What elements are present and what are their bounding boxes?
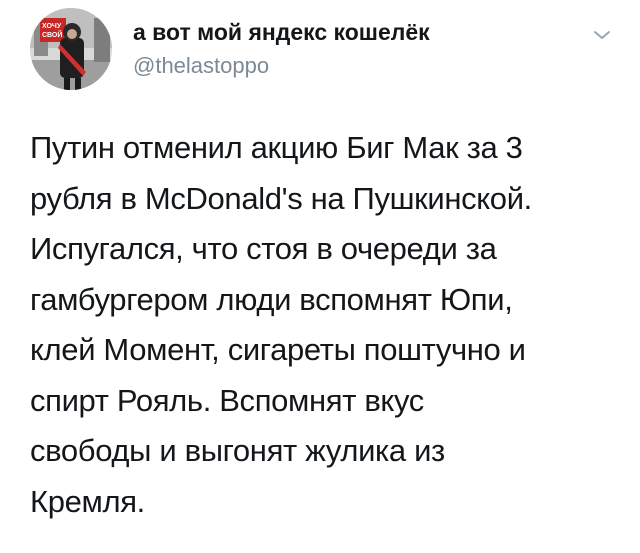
tweet-card: ХОЧУ СВОЙ а вот мой яндекс кошелёк @thel… <box>0 0 640 553</box>
svg-text:ХОЧУ: ХОЧУ <box>42 23 62 30</box>
tweet-text-line: Кремля. <box>30 483 145 519</box>
svg-text:СВОЙ: СВОЙ <box>42 30 62 39</box>
author-avatar[interactable]: ХОЧУ СВОЙ <box>30 8 112 90</box>
tweet-text-line: свободы и выгонят жулика из <box>30 433 445 468</box>
tweet-text-line: Испугался, что стоя в очереди за <box>30 231 497 266</box>
tweet-text-line: Путин отменил акцию Биг Мак за 3 <box>30 130 523 165</box>
author-handle[interactable]: @thelastoppo <box>133 52 269 80</box>
avatar-photo: ХОЧУ СВОЙ <box>30 8 112 90</box>
tweet-text-line: гамбургером люди вспомнят Юпи, <box>30 281 513 317</box>
tweet-text-line: спирт Рояль. Вспомнят вкус <box>30 382 424 418</box>
author-display-name[interactable]: а вот мой яндекс кошелёк <box>133 18 430 46</box>
tweet-text-line: клей Момент, сигареты поштучно и <box>30 332 526 367</box>
tweet-text-line: рубля в McDonald's на Пушкинской. <box>30 180 532 216</box>
tweet-text: Путин отменил акцию Биг Мак за 3 рубля в… <box>30 123 630 527</box>
chevron-down-icon[interactable] <box>590 26 614 44</box>
